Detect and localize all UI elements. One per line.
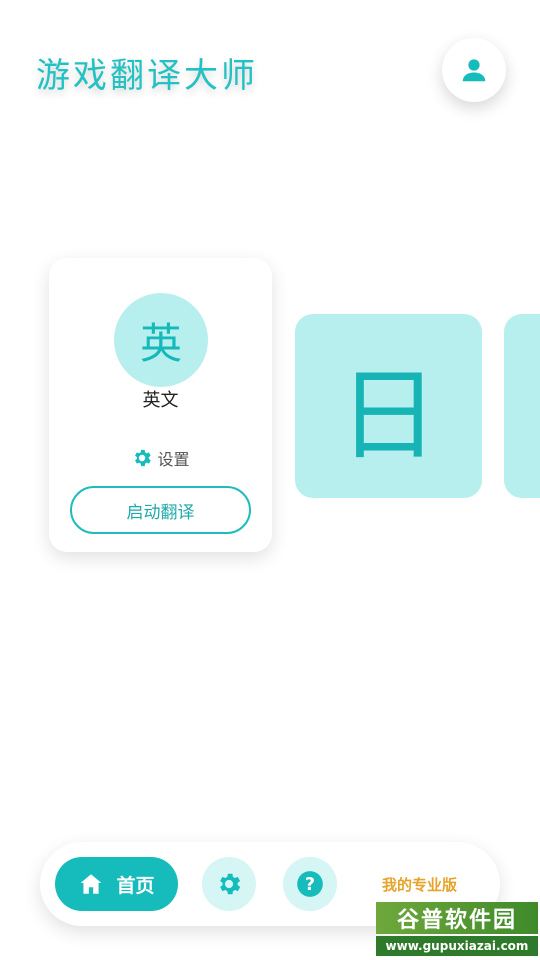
- language-tile-japanese[interactable]: 日: [295, 314, 482, 498]
- app-title: 游戏翻译大师: [36, 56, 258, 96]
- nav-pro-link[interactable]: 我的专业版: [382, 874, 457, 895]
- watermark-url: www.gupuxiazai.com: [376, 936, 538, 956]
- watermark-logo: 谷普软件园 www.gupuxiazai.com: [376, 902, 538, 958]
- svg-text:?: ?: [305, 875, 315, 895]
- question-icon: ?: [297, 871, 323, 897]
- language-tile-next[interactable]: [504, 314, 540, 498]
- language-settings-link[interactable]: 设置: [49, 446, 272, 470]
- settings-label: 设置: [157, 450, 190, 469]
- nav-home-label: 首页: [116, 874, 155, 897]
- nav-settings-button[interactable]: [202, 857, 256, 911]
- gear-icon: [220, 873, 241, 895]
- language-circle: 英: [114, 293, 208, 387]
- nav-home-button[interactable]: 首页: [55, 857, 178, 911]
- language-name: 英文: [142, 390, 179, 411]
- start-translate-button[interactable]: 启动翻译: [70, 486, 251, 534]
- user-profile-button[interactable]: [442, 38, 506, 102]
- nav-help-button[interactable]: ?: [283, 857, 337, 911]
- language-card-english[interactable]: 英 英文 设置 启动翻译: [49, 258, 272, 552]
- user-icon: [462, 59, 486, 82]
- gear-icon: [135, 449, 152, 467]
- watermark-brand: 谷普软件园: [376, 902, 538, 934]
- home-icon: [81, 874, 102, 894]
